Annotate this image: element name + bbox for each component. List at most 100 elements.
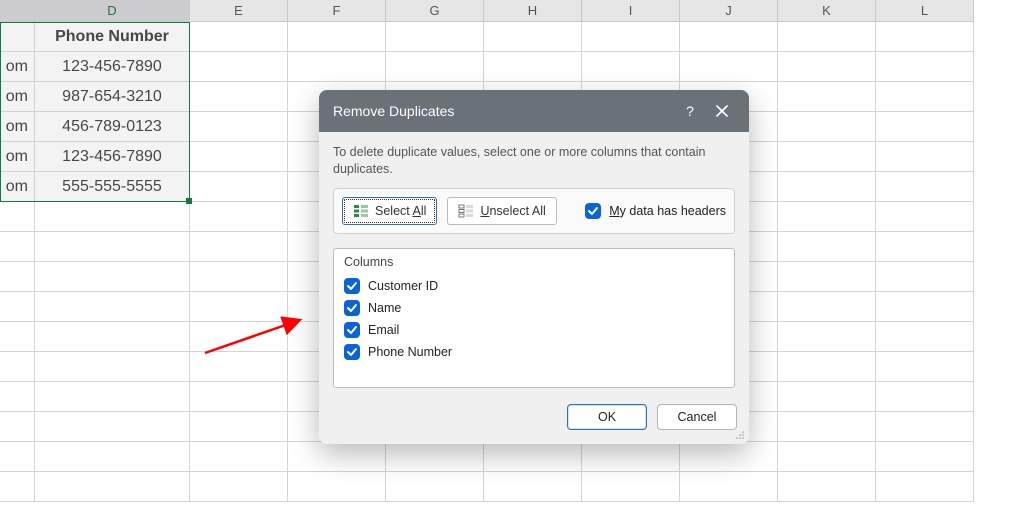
ok-button[interactable]: OK: [567, 404, 647, 430]
cell-partial[interactable]: om: [0, 52, 35, 82]
cell[interactable]: [876, 22, 974, 52]
cell-d-header[interactable]: Phone Number: [35, 22, 190, 52]
column-item[interactable]: Name: [342, 297, 726, 319]
cell[interactable]: [35, 412, 190, 442]
cell[interactable]: [0, 412, 35, 442]
cell[interactable]: [190, 292, 288, 322]
cell[interactable]: [876, 382, 974, 412]
cell[interactable]: [582, 22, 680, 52]
cell[interactable]: [35, 442, 190, 472]
close-button[interactable]: [709, 98, 735, 124]
cell[interactable]: [190, 172, 288, 202]
cancel-button[interactable]: Cancel: [657, 404, 737, 430]
cell[interactable]: [0, 472, 35, 502]
cell[interactable]: [778, 472, 876, 502]
cell-partial-header[interactable]: [0, 22, 35, 52]
col-header-l[interactable]: L: [876, 0, 974, 22]
cell[interactable]: [190, 472, 288, 502]
cell[interactable]: [680, 22, 778, 52]
unselect-all-button[interactable]: Unselect All: [447, 197, 556, 225]
cell[interactable]: [190, 322, 288, 352]
cell[interactable]: [190, 382, 288, 412]
resize-grip-icon[interactable]: [735, 430, 745, 440]
col-header-f[interactable]: F: [288, 0, 386, 22]
cell[interactable]: [680, 472, 778, 502]
cell[interactable]: [386, 472, 484, 502]
cell[interactable]: [190, 52, 288, 82]
cell[interactable]: [876, 202, 974, 232]
my-data-has-headers-checkbox[interactable]: My data has headers: [585, 203, 726, 219]
cell[interactable]: [778, 202, 876, 232]
cell-partial[interactable]: om: [0, 172, 35, 202]
cell[interactable]: [778, 412, 876, 442]
col-header-j[interactable]: J: [680, 0, 778, 22]
col-header-h[interactable]: H: [484, 0, 582, 22]
cell[interactable]: [190, 232, 288, 262]
cell[interactable]: [876, 352, 974, 382]
cell[interactable]: [35, 202, 190, 232]
cell[interactable]: [876, 82, 974, 112]
cell[interactable]: [190, 412, 288, 442]
cell[interactable]: [876, 442, 974, 472]
help-button[interactable]: ?: [677, 98, 703, 124]
cell[interactable]: [0, 442, 35, 472]
column-item[interactable]: Customer ID: [342, 275, 726, 297]
cell-phone[interactable]: 123-456-7890: [35, 52, 190, 82]
dialog-titlebar[interactable]: Remove Duplicates ?: [319, 90, 749, 132]
cell[interactable]: [35, 382, 190, 412]
cell[interactable]: [0, 352, 35, 382]
cell[interactable]: [35, 262, 190, 292]
cell[interactable]: [484, 442, 582, 472]
cell-phone[interactable]: 456-789-0123: [35, 112, 190, 142]
cell[interactable]: [778, 112, 876, 142]
cell[interactable]: [190, 112, 288, 142]
cell[interactable]: [876, 232, 974, 262]
cell[interactable]: [288, 52, 386, 82]
cell[interactable]: [778, 352, 876, 382]
cell[interactable]: [35, 292, 190, 322]
col-header-k[interactable]: K: [778, 0, 876, 22]
cell[interactable]: [484, 22, 582, 52]
cell[interactable]: [35, 352, 190, 382]
cell-partial[interactable]: om: [0, 142, 35, 172]
cell-partial[interactable]: om: [0, 112, 35, 142]
cell-phone[interactable]: 555-555-5555: [35, 172, 190, 202]
col-header-d[interactable]: D: [35, 0, 190, 22]
cell[interactable]: [680, 442, 778, 472]
cell[interactable]: [778, 142, 876, 172]
cell-partial[interactable]: om: [0, 82, 35, 112]
cell[interactable]: [876, 322, 974, 352]
cell[interactable]: [778, 382, 876, 412]
cell[interactable]: [680, 52, 778, 82]
cell[interactable]: [876, 112, 974, 142]
cell-phone[interactable]: 123-456-7890: [35, 142, 190, 172]
cell[interactable]: [876, 142, 974, 172]
cell[interactable]: [0, 322, 35, 352]
cell[interactable]: [0, 262, 35, 292]
cell[interactable]: [778, 292, 876, 322]
cell[interactable]: [35, 472, 190, 502]
cell[interactable]: [288, 472, 386, 502]
cell[interactable]: [0, 382, 35, 412]
cell[interactable]: [190, 442, 288, 472]
cell[interactable]: [386, 22, 484, 52]
cell[interactable]: [0, 292, 35, 322]
cell[interactable]: [876, 292, 974, 322]
column-item[interactable]: Phone Number: [342, 341, 726, 363]
cell[interactable]: [778, 442, 876, 472]
cell[interactable]: [35, 322, 190, 352]
cell[interactable]: [876, 262, 974, 292]
cell[interactable]: [778, 322, 876, 352]
cell[interactable]: [386, 442, 484, 472]
col-header-i[interactable]: I: [582, 0, 680, 22]
cell[interactable]: [582, 472, 680, 502]
cell[interactable]: [288, 442, 386, 472]
select-all-button[interactable]: Select All: [342, 197, 437, 225]
cell[interactable]: [190, 262, 288, 292]
cell[interactable]: [484, 52, 582, 82]
col-header-e[interactable]: E: [190, 0, 288, 22]
cell-phone[interactable]: 987-654-3210: [35, 82, 190, 112]
cell[interactable]: [288, 22, 386, 52]
cell[interactable]: [190, 142, 288, 172]
cell[interactable]: [778, 82, 876, 112]
